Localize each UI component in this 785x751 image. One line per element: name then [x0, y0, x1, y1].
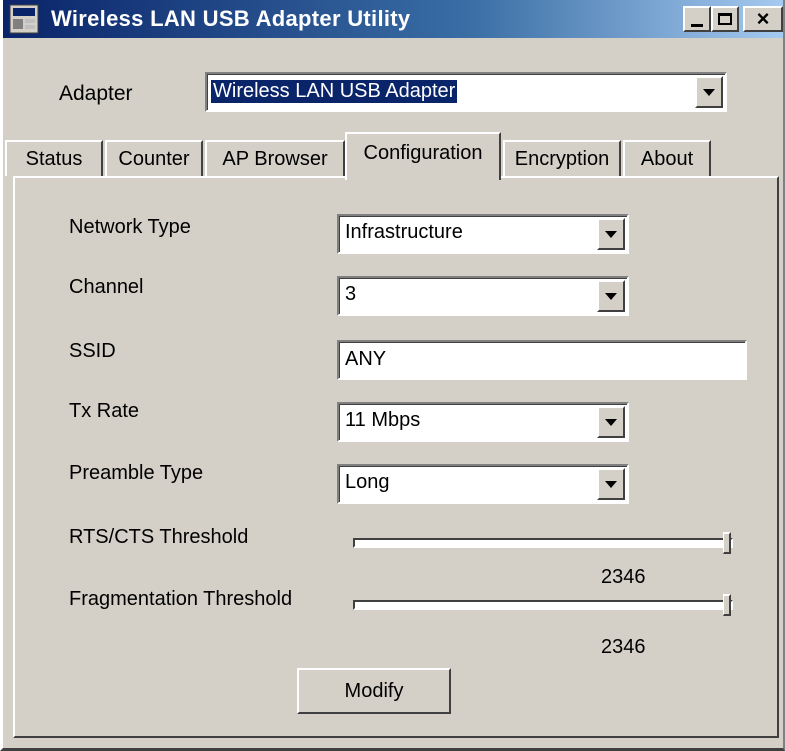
- tab-encryption[interactable]: Encryption: [503, 140, 621, 176]
- adapter-select-value: Wireless LAN USB Adapter: [211, 80, 458, 103]
- utility-window: Wireless LAN USB Adapter Utility × Adapt…: [0, 0, 785, 751]
- tab-ap-browser[interactable]: AP Browser: [205, 140, 345, 176]
- tab-configuration-label: Configuration: [363, 142, 483, 164]
- chevron-down-icon: [605, 480, 617, 488]
- tab-status[interactable]: Status: [5, 140, 103, 176]
- tab-counter-label: Counter: [118, 147, 190, 170]
- fragmentation-threshold-value: 2346: [601, 636, 646, 658]
- adapter-select[interactable]: Wireless LAN USB Adapter: [205, 72, 727, 112]
- network-type-label: Network Type: [69, 216, 191, 238]
- preamble-type-label: Preamble Type: [69, 462, 204, 484]
- configuration-panel: [13, 176, 779, 738]
- tab-about-label: About: [640, 147, 694, 170]
- tab-ap-browser-label: AP Browser: [222, 147, 328, 170]
- maximize-icon: [718, 13, 732, 25]
- rts-cts-threshold-slider[interactable]: [353, 538, 733, 548]
- chevron-down-icon: [703, 88, 715, 96]
- channel-label: Channel: [69, 276, 144, 298]
- minimize-button[interactable]: [683, 6, 711, 32]
- close-button[interactable]: ×: [743, 6, 783, 32]
- modify-button[interactable]: Modify: [297, 668, 451, 714]
- rts-cts-threshold-slider-thumb[interactable]: [723, 532, 731, 554]
- close-icon: ×: [756, 6, 770, 31]
- channel-select[interactable]: 3: [337, 276, 629, 316]
- network-type-value: Infrastructure: [345, 221, 463, 243]
- network-type-select[interactable]: Infrastructure: [337, 214, 629, 254]
- tx-rate-dropdown-button[interactable]: [597, 406, 625, 438]
- window-title: Wireless LAN USB Adapter Utility: [51, 6, 411, 31]
- fragmentation-threshold-slider-thumb[interactable]: [723, 594, 731, 616]
- network-type-dropdown-button[interactable]: [597, 218, 625, 250]
- title-bar[interactable]: Wireless LAN USB Adapter Utility ×: [3, 0, 783, 38]
- tx-rate-label: Tx Rate: [69, 400, 140, 422]
- preamble-type-dropdown-button[interactable]: [597, 468, 625, 500]
- tx-rate-select[interactable]: 11 Mbps: [337, 402, 629, 442]
- adapter-dropdown-button[interactable]: [695, 76, 723, 108]
- tab-about[interactable]: About: [623, 140, 711, 176]
- rts-cts-threshold-label: RTS/CTS Threshold: [69, 526, 249, 548]
- chevron-down-icon: [605, 230, 617, 238]
- preamble-type-value: Long: [345, 471, 390, 493]
- ssid-input[interactable]: ANY: [337, 340, 747, 380]
- ssid-label: SSID: [69, 340, 116, 362]
- fragmentation-threshold-slider[interactable]: [353, 600, 733, 610]
- tab-counter[interactable]: Counter: [105, 140, 203, 176]
- maximize-button[interactable]: [711, 6, 739, 32]
- rts-cts-threshold-value: 2346: [601, 566, 646, 588]
- modify-button-label: Modify: [344, 679, 404, 702]
- preamble-type-select[interactable]: Long: [337, 464, 629, 504]
- wireless-utility-icon: [9, 4, 39, 34]
- tx-rate-value: 11 Mbps: [345, 409, 421, 431]
- channel-value: 3: [345, 283, 357, 305]
- channel-dropdown-button[interactable]: [597, 280, 625, 312]
- tab-configuration[interactable]: Configuration: [345, 132, 501, 180]
- chevron-down-icon: [605, 292, 617, 300]
- minimize-icon: [691, 23, 703, 27]
- tab-status-label: Status: [25, 147, 83, 170]
- chevron-down-icon: [605, 418, 617, 426]
- tab-encryption-label: Encryption: [514, 147, 610, 170]
- adapter-label: Adapter: [59, 82, 133, 105]
- fragmentation-threshold-label: Fragmentation Threshold: [69, 588, 293, 610]
